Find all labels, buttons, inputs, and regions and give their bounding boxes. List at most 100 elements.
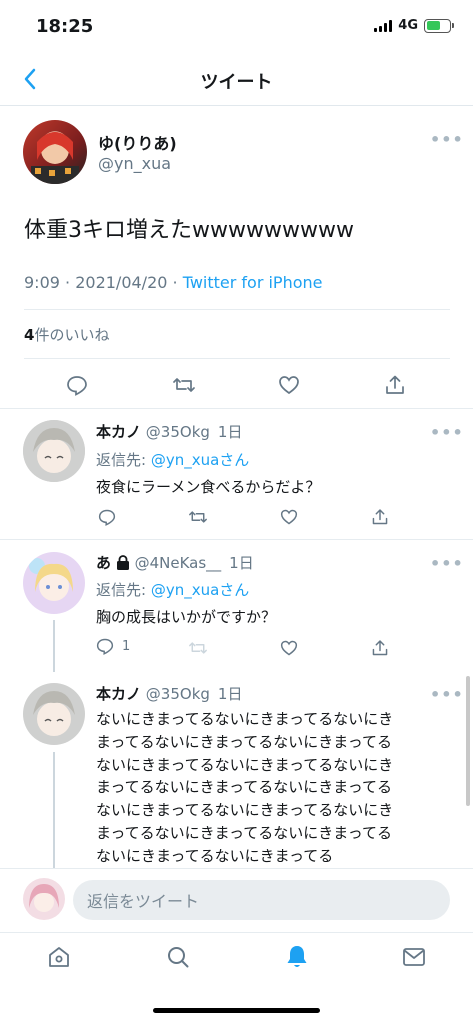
like-button[interactable] xyxy=(274,370,304,400)
reply-time: 1日 xyxy=(229,554,254,572)
avatar-image xyxy=(23,420,85,482)
divider xyxy=(24,309,450,310)
tab-messages[interactable] xyxy=(399,942,429,972)
tab-home[interactable] xyxy=(44,942,74,972)
like-button[interactable] xyxy=(278,506,300,528)
reply-icon xyxy=(67,376,87,396)
reply-icon xyxy=(96,638,114,655)
reply-to-label: 返信先: xyxy=(96,451,147,469)
reply-to-label: 返信先: xyxy=(96,581,147,599)
reply-display-name[interactable]: 本カノ xyxy=(96,423,141,441)
reply-text: 夜食にラーメン食べるからだよ？ xyxy=(96,478,321,496)
reply-text-line: ないにきまってるないにきまってるないにき xyxy=(96,801,394,820)
reply-text: 胸の成長はいかがですか？ xyxy=(96,608,277,626)
tweet-date: 2021/04/20 xyxy=(75,273,168,292)
top-nav-bar: ツイート xyxy=(0,56,473,106)
thread-line xyxy=(53,752,55,870)
heart-icon xyxy=(280,509,298,525)
share-button[interactable] xyxy=(369,637,391,659)
reply-text: ないにきまってるないにきまってるないにき まってるないにきまってるないにきまって… xyxy=(96,708,393,868)
reply-to-handle[interactable]: @yn_xuaさん xyxy=(151,451,249,469)
main-tweet-text: 体重3キロ増えたwwwwwwwww xyxy=(24,218,354,243)
share-button[interactable] xyxy=(369,506,391,528)
reply-button[interactable] xyxy=(62,370,92,400)
likes-row[interactable]: 4件のいいね xyxy=(24,324,109,345)
tab-search[interactable] xyxy=(163,942,193,972)
reply-text-line: まってるないにきまってるないにきまってる xyxy=(96,732,392,751)
divider xyxy=(0,408,473,409)
signal-icon xyxy=(374,19,393,32)
avatar-image xyxy=(23,552,85,614)
lock-icon xyxy=(116,555,129,570)
meta-separator: · xyxy=(167,273,183,292)
reply-handle[interactable]: @35Okg xyxy=(146,685,210,703)
reply-avatar[interactable] xyxy=(23,552,85,614)
tab-notifications[interactable] xyxy=(282,942,312,972)
reply-to-line: 返信先: @yn_xuaさん xyxy=(96,449,249,470)
messages-icon xyxy=(403,948,425,966)
reply-time: 1日 xyxy=(217,685,243,703)
like-button[interactable] xyxy=(278,637,300,659)
divider xyxy=(0,539,473,540)
heart-icon xyxy=(280,640,298,656)
search-icon xyxy=(168,947,189,968)
reply-text-line: まってるないにきまってるないにきまってる xyxy=(96,823,392,842)
retweet-icon xyxy=(173,378,195,392)
reply-handle[interactable]: @35Okg xyxy=(146,423,210,441)
thread-line xyxy=(53,620,55,672)
reply-display-name[interactable]: あ xyxy=(96,554,111,572)
network-type: 4G xyxy=(398,18,418,33)
more-options-icon[interactable]: ••• xyxy=(430,130,464,149)
reply-button[interactable]: 1 xyxy=(96,637,130,655)
reply-handle[interactable]: @4NeKas__ xyxy=(135,554,222,572)
share-icon xyxy=(372,509,388,525)
reply-count: 1 xyxy=(122,638,131,654)
more-options-icon[interactable]: ••• xyxy=(430,685,464,704)
reply-compose-input[interactable]: 返信をツイート xyxy=(73,880,450,920)
my-avatar[interactable] xyxy=(23,878,65,920)
reply-header: あ @4NeKas__ 1日 xyxy=(96,552,254,573)
avatar-image xyxy=(31,132,79,184)
scrollbar[interactable] xyxy=(466,676,470,806)
reply-header: 本カノ @35Okg 1日 xyxy=(96,421,242,442)
more-options-icon[interactable]: ••• xyxy=(430,554,464,573)
retweet-button xyxy=(187,637,209,659)
avatar-image xyxy=(23,683,85,745)
retweet-icon xyxy=(189,642,207,654)
share-icon xyxy=(386,375,404,394)
reply-to-handle[interactable]: @yn_xuaさん xyxy=(151,581,249,599)
retweet-icon xyxy=(189,511,207,523)
page-title: ツイート xyxy=(200,72,273,93)
share-icon xyxy=(372,640,388,656)
divider xyxy=(24,358,450,359)
reply-display-name[interactable]: 本カノ xyxy=(96,685,141,703)
reply-text-line: ないにきまってるないにきまってるないにき xyxy=(96,710,394,728)
reply-text-line: ないにきまってるないにきまってるないにき xyxy=(96,755,394,774)
reply-time: 1日 xyxy=(217,423,243,441)
retweet-button[interactable] xyxy=(187,506,209,528)
status-time: 18:25 xyxy=(36,16,94,37)
share-button[interactable] xyxy=(380,370,410,400)
likes-label: 件のいいね xyxy=(34,326,110,344)
heart-icon xyxy=(279,376,299,395)
compose-placeholder: 返信をツイート xyxy=(87,892,200,911)
reply-icon xyxy=(98,509,116,526)
reply-avatar[interactable] xyxy=(23,683,85,745)
reply-avatar[interactable] xyxy=(23,420,85,482)
avatar-image xyxy=(23,878,65,920)
notifications-icon xyxy=(287,946,307,967)
more-options-icon[interactable]: ••• xyxy=(430,423,464,442)
main-tweet-display-name[interactable]: ゆ(りりあ) xyxy=(98,130,177,154)
main-tweet-handle[interactable]: @yn_xua xyxy=(98,154,171,173)
reply-text-line: ないにきまってるないにきまってる xyxy=(96,846,334,865)
tweet-client-link[interactable]: Twitter for iPhone xyxy=(183,273,323,292)
reply-to-line: 返信先: @yn_xuaさん xyxy=(96,579,249,600)
tweet-time: 9:09 xyxy=(24,273,60,292)
reply-button[interactable] xyxy=(96,506,118,528)
meta-separator: · xyxy=(59,273,76,292)
main-tweet-avatar[interactable] xyxy=(23,120,87,184)
status-indicators: 4G xyxy=(374,18,454,33)
main-tweet-meta: 9:09 · 2021/04/20 · Twitter for iPhone xyxy=(24,273,323,292)
reply-header: 本カノ @35Okg 1日 xyxy=(96,683,242,704)
retweet-button[interactable] xyxy=(169,370,199,400)
